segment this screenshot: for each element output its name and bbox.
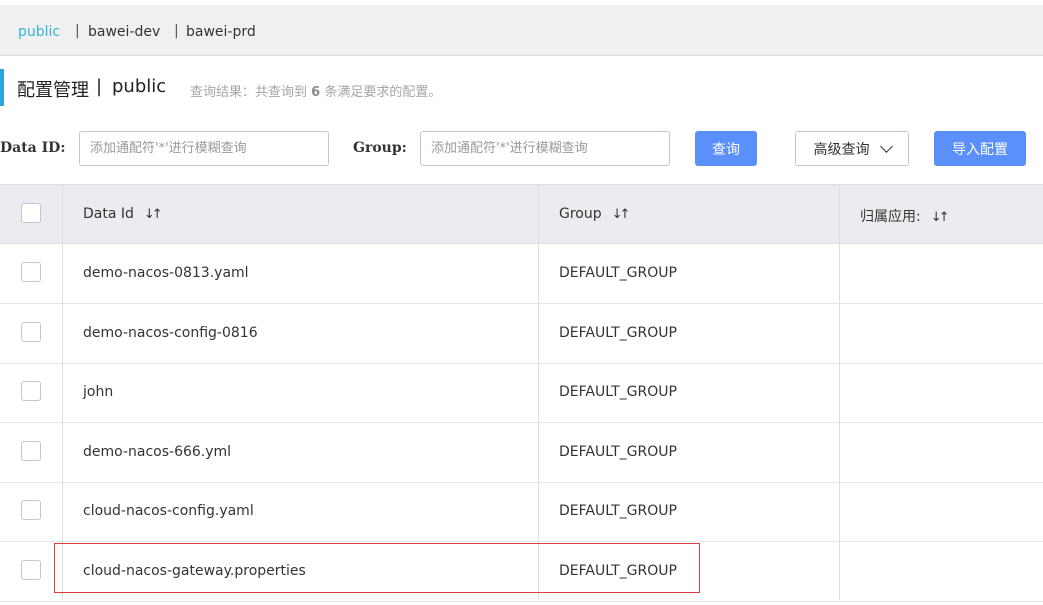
table-row: john DEFAULT_GROUP (0, 363, 1043, 423)
advanced-query-label: 高级查询 (813, 141, 870, 158)
cell-data-id[interactable]: demo-nacos-0813.yaml (83, 265, 249, 281)
sort-icon[interactable]: ↓↑ (144, 207, 163, 222)
column-divider (839, 184, 840, 600)
title-accent-bar (0, 69, 4, 106)
column-divider (538, 184, 539, 600)
row-checkbox[interactable] (21, 381, 41, 401)
highlight-annotation-box (54, 543, 700, 593)
table-header: Data Id ↓↑ Group ↓↑ 归属应用: ↓↑ (0, 184, 1043, 244)
cell-data-id[interactable]: cloud-nacos-config.yaml (83, 503, 254, 519)
data-id-label: Data ID: (0, 140, 66, 156)
header-app[interactable]: 归属应用: ↓↑ (860, 206, 950, 226)
import-config-button[interactable]: 导入配置 (934, 131, 1026, 166)
header-data-id-label: Data Id (83, 206, 134, 222)
cell-data-id[interactable]: john (83, 384, 113, 400)
namespace-bar: public | bawei-dev | bawei-prd (0, 5, 1043, 56)
cell-data-id[interactable]: demo-nacos-config-0816 (83, 325, 258, 341)
header-group[interactable]: Group ↓↑ (559, 206, 631, 222)
header-data-id[interactable]: Data Id ↓↑ (83, 206, 163, 222)
page-title: 配置管理 (17, 80, 89, 101)
cell-group: DEFAULT_GROUP (559, 503, 677, 519)
select-all-checkbox[interactable] (21, 203, 41, 223)
group-input[interactable] (420, 131, 670, 166)
query-button[interactable]: 查询 (695, 131, 757, 166)
import-config-label: 导入配置 (952, 141, 1008, 158)
row-checkbox[interactable] (21, 322, 41, 342)
group-label: Group: (353, 140, 407, 156)
namespace-separator: | (174, 23, 179, 39)
query-button-label: 查询 (712, 141, 740, 158)
sort-icon[interactable]: ↓↑ (931, 210, 950, 225)
result-prefix: 查询结果：共查询到 (190, 85, 308, 100)
row-checkbox[interactable] (21, 441, 41, 461)
advanced-query-button[interactable]: 高级查询 (795, 131, 909, 166)
cell-group: DEFAULT_GROUP (559, 325, 677, 341)
table-row: demo-nacos-0813.yaml DEFAULT_GROUP (0, 244, 1043, 304)
row-checkbox[interactable] (21, 262, 41, 282)
namespace-separator: | (75, 23, 80, 39)
title-separator: | (96, 76, 103, 97)
sort-icon[interactable]: ↓↑ (612, 207, 631, 222)
page-header: 配置管理 | public 查询结果：共查询到 6 条满足要求的配置。 (0, 68, 700, 106)
cell-group: DEFAULT_GROUP (559, 265, 677, 281)
namespace-tab-bawei-prd[interactable]: bawei-prd (186, 24, 256, 40)
cell-group: DEFAULT_GROUP (559, 444, 677, 460)
row-checkbox[interactable] (21, 560, 41, 580)
chevron-down-icon (879, 139, 893, 153)
cell-data-id[interactable]: demo-nacos-666.yml (83, 444, 231, 460)
table-row: demo-nacos-666.yml DEFAULT_GROUP (0, 423, 1043, 483)
data-id-input[interactable] (79, 131, 329, 166)
cell-group: DEFAULT_GROUP (559, 384, 677, 400)
row-checkbox[interactable] (21, 500, 41, 520)
result-count: 6 (311, 85, 321, 100)
current-namespace: public (112, 76, 167, 97)
header-group-label: Group (559, 206, 602, 222)
column-divider (62, 184, 63, 600)
namespace-tab-public[interactable]: public (18, 24, 60, 40)
table-row: cloud-nacos-config.yaml DEFAULT_GROUP (0, 482, 1043, 542)
result-summary: 查询结果：共查询到 6 条满足要求的配置。 (190, 81, 441, 100)
namespace-tab-bawei-dev[interactable]: bawei-dev (88, 24, 160, 40)
result-suffix: 条满足要求的配置。 (324, 85, 442, 100)
table-row: demo-nacos-config-0816 DEFAULT_GROUP (0, 304, 1043, 364)
header-app-label: 归属应用: (860, 209, 921, 225)
